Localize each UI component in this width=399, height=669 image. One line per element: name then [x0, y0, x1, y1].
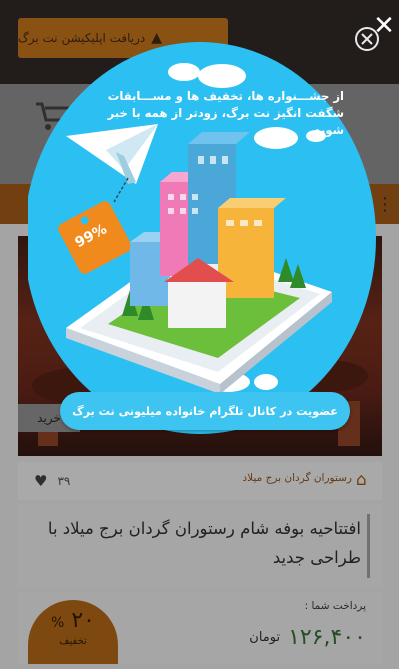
promo-heading-line2: شگفت انگیز نت برگ، زودتر از همه با خبر ش…: [107, 106, 344, 137]
join-telegram-label: عضویت در کانال تلگرام خانواده میلیونی نت…: [72, 404, 338, 418]
promo-heading-line1: از جشـــنواره ها، تخفیف ها و مســـابقات: [107, 89, 344, 103]
join-telegram-button[interactable]: عضویت در کانال تلگرام خانواده میلیونی نت…: [60, 392, 350, 430]
promo-heading: از جشـــنواره ها، تخفیف ها و مســـابقات …: [86, 88, 344, 137]
